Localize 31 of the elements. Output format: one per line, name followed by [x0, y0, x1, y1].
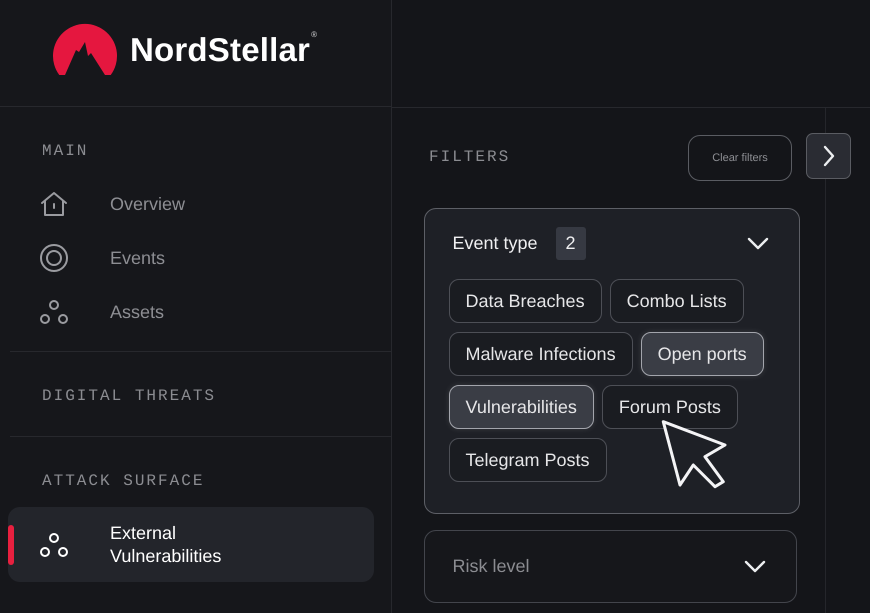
mountain-logo-icon	[52, 23, 118, 77]
filter-chip[interactable]: Telegram Posts	[448, 438, 607, 482]
filter-chip[interactable]: Forum Posts	[602, 385, 738, 429]
section-heading: MAIN	[41, 141, 90, 161]
target-icon	[40, 244, 68, 272]
nav-item[interactable]: External Vulnerabilities	[8, 507, 374, 582]
active-indicator	[8, 524, 14, 564]
filter-chip[interactable]: Combo Lists	[610, 279, 744, 323]
nav-item[interactable]: Events	[8, 231, 374, 285]
filter-group-title[interactable]: Event type	[452, 233, 538, 254]
count-badge: 2	[556, 227, 586, 260]
filter-chip[interactable]: Vulnerabilities	[448, 385, 594, 429]
panel-toggle-button[interactable]	[806, 133, 851, 179]
section-heading: DIGITAL THREATS	[41, 386, 218, 406]
nav-item[interactable]: Overview	[8, 177, 374, 231]
three-circles-icon	[40, 532, 68, 556]
clear-filters-button[interactable]: Clear filters	[688, 135, 792, 181]
chevron-down-icon[interactable]	[747, 237, 769, 250]
chevron-down-icon[interactable]	[744, 560, 766, 573]
filters-heading: FILTERS	[429, 147, 510, 167]
brand-name: NordStellar	[130, 31, 310, 69]
filter-chip[interactable]: Malware Infections	[448, 332, 633, 376]
chevron-right-icon	[822, 145, 834, 167]
registered-mark: ®	[311, 30, 317, 39]
section-heading: ATTACK SURFACE	[41, 471, 206, 491]
three-circles-icon	[40, 300, 68, 324]
house-icon	[40, 191, 68, 217]
filter-chip[interactable]: Data Breaches	[448, 279, 602, 323]
filter-chip[interactable]: Open ports	[640, 332, 764, 376]
filter-group-title[interactable]: Risk level	[452, 556, 530, 577]
nav-item[interactable]: Assets	[8, 285, 374, 339]
